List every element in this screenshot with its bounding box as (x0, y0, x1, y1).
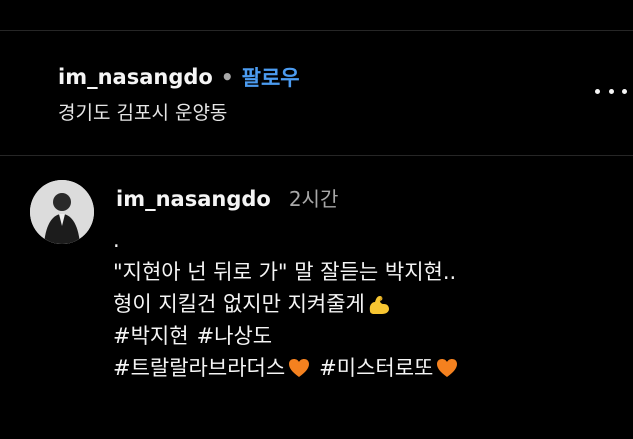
hashtag[interactable]: #나상도 (197, 320, 273, 352)
hashtag[interactable]: #트랄랄라브라더스 (113, 352, 285, 384)
caption-line-text: 형이 지킬건 없지만 지켜줄게 (113, 292, 365, 316)
caption-username[interactable]: im_nasangdo (116, 187, 271, 211)
caption-line: . (113, 228, 120, 252)
post-header: im_nasangdo • 팔로우 (58, 62, 300, 92)
hashtag[interactable]: #미스터로또 (319, 352, 433, 384)
caption-line: "지현아 넌 뒤로 가" 말 잘듣는 박지현.. (113, 260, 457, 284)
follow-button[interactable]: 팔로우 (242, 62, 300, 92)
post-location[interactable]: 경기도 김포시 운양동 (58, 98, 227, 125)
flexed-biceps-emoji-icon (369, 296, 389, 314)
caption-text: . "지현아 넌 뒤로 가" 말 잘듣는 박지현.. 형이 지킬건 없지만 지켜… (113, 224, 459, 384)
more-options-icon[interactable] (595, 83, 627, 99)
header-divider (0, 155, 633, 156)
post-author-username[interactable]: im_nasangdo (58, 65, 213, 89)
orange-heart-emoji-icon (437, 359, 458, 377)
caption-timestamp: 2시간 (288, 187, 339, 211)
hashtag-line: #박지현 #나상도 (113, 320, 459, 352)
caption-line-with-emoji: 형이 지킬건 없지만 지켜줄게 (113, 288, 459, 320)
hashtag[interactable]: #박지현 (113, 320, 189, 352)
separator-dot: • (220, 65, 234, 89)
hashtag-line: #트랄랄라브라더스 #미스터로또 (113, 352, 459, 384)
top-divider (0, 30, 633, 31)
avatar[interactable] (30, 180, 94, 244)
orange-heart-emoji-icon (289, 359, 310, 377)
